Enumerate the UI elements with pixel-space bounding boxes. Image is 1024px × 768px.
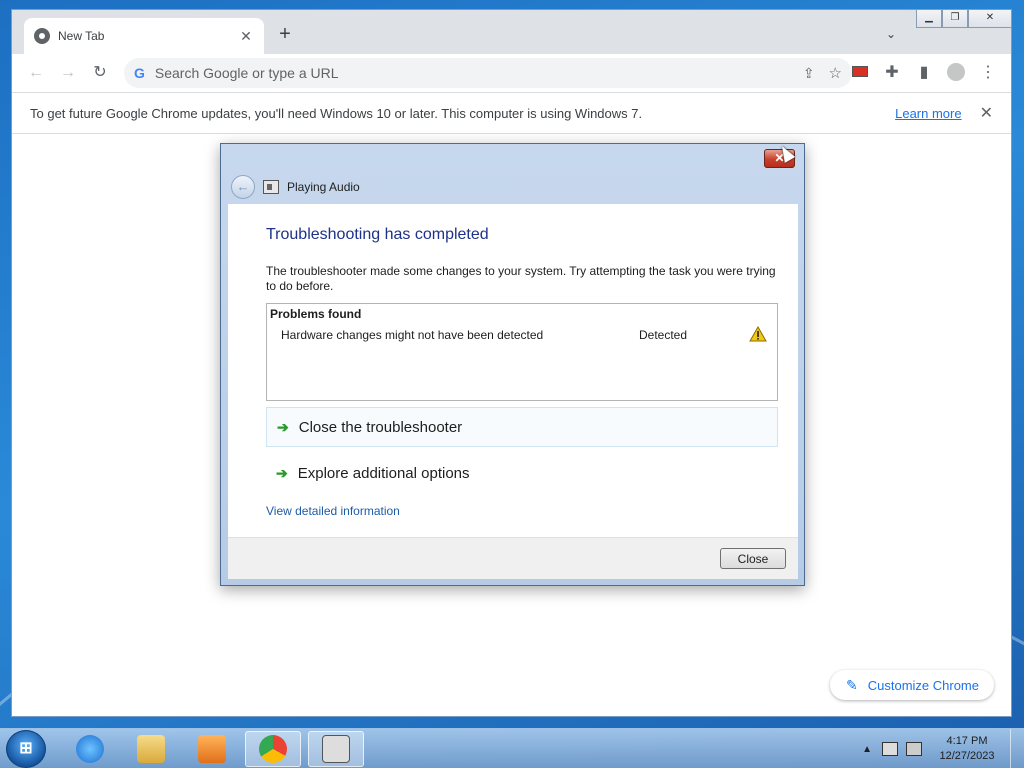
bookmark-star-icon[interactable]: ☆ [829,64,842,82]
internet-explorer-icon [76,735,104,763]
chrome-icon [259,735,287,763]
minimize-button[interactable]: ▁ [916,10,942,28]
explore-options-command[interactable]: ➔ Explore additional options [266,453,778,493]
show-hidden-icons-icon[interactable]: ▲ [862,744,872,755]
back-arrow-icon[interactable]: ← [231,175,255,199]
folder-icon [137,735,165,763]
problems-header: Problems found [270,307,362,321]
green-arrow-icon: ➔ [277,418,289,435]
taskbar-media-player[interactable] [184,731,240,767]
dialog-header-title: Playing Audio [287,180,360,194]
tab-new-tab[interactable]: New Tab ✕ [24,18,264,54]
extensions-puzzle-icon[interactable]: ✚ [882,63,902,83]
command-label: Close the troubleshooter [298,418,463,436]
new-tab-button[interactable]: + [274,24,296,46]
media-player-icon [198,735,226,763]
restore-button[interactable]: ❐ [942,10,968,28]
back-arrow-icon[interactable]: ← [26,63,46,83]
toolbar: ← → ↻ G ⇪ ☆ ✚ ▮ ⋮ [12,54,1011,92]
chrome-icon [34,28,50,44]
infobar-message: To get future Google Chrome updates, you… [30,105,643,121]
dialog-footer: Close [228,537,798,579]
window-controls: ▁ ❐ ✕ [916,10,1012,28]
system-tray: ▲ 4:17 PM 12/27/2023 [862,729,1024,768]
problem-name: Hardware changes might not have been det… [281,328,544,342]
update-infobar: To get future Google Chrome updates, you… [12,92,1011,134]
google-g-icon: G [134,65,145,81]
warning-icon [749,326,767,342]
tab-title: New Tab [58,29,105,43]
side-panel-icon[interactable]: ▮ [914,63,934,83]
share-icon[interactable]: ⇪ [803,65,815,82]
taskbar-internet-explorer[interactable] [62,731,118,767]
start-button[interactable]: ⊞ [6,730,46,768]
close-troubleshooter-command[interactable]: ➔ Close the troubleshooter [266,407,778,447]
customize-chrome-label: Customize Chrome [867,677,979,693]
network-icon[interactable] [882,742,898,756]
clock[interactable]: 4:17 PM 12/27/2023 [930,734,1004,764]
omnibox[interactable]: G ⇪ ☆ [124,58,852,88]
command-label: Explore additional options [297,464,470,482]
tab-close-icon[interactable]: ✕ [238,28,254,45]
taskbar-file-explorer[interactable] [123,731,179,767]
address-input[interactable] [154,65,715,81]
dialog-header: ← Playing Audio [231,175,360,199]
taskbar-troubleshooter[interactable] [308,731,364,767]
troubleshooter-dialog: ✕ ← Playing Audio Troubleshooting has co… [220,143,805,586]
problems-found-box: Problems found Hardware changes might no… [266,303,778,401]
tab-strip: New Tab ✕ + ⌄ ▁ ❐ ✕ [12,10,1012,54]
dialog-description: The troubleshooter made some changes to … [266,264,776,293]
view-detailed-information-link[interactable]: View detailed information [266,504,400,518]
reload-icon[interactable]: ↻ [90,63,110,83]
window-close-button[interactable]: ✕ [968,10,1012,28]
profile-avatar-icon[interactable] [946,63,966,83]
volume-muted-icon[interactable] [906,742,922,756]
forward-arrow-icon[interactable]: → [58,63,78,83]
green-arrow-icon: ➔ [276,464,288,481]
extension-red-icon[interactable] [850,63,870,83]
customize-chrome-button[interactable]: ✎ Customize Chrome [830,670,994,700]
dialog-body: Troubleshooting has completed The troubl… [228,204,798,537]
clock-date: 12/27/2023 [939,750,995,762]
learn-more-link[interactable]: Learn more [895,106,961,121]
close-button[interactable]: Close [720,548,786,569]
taskbar-chrome[interactable] [245,731,301,767]
audio-troubleshooter-icon [263,180,279,194]
dialog-heading: Troubleshooting has completed [266,226,489,243]
menu-kebab-icon[interactable]: ⋮ [978,63,998,83]
tab-search-chevron-icon[interactable]: ⌄ [886,27,896,41]
show-desktop-button[interactable] [1010,729,1024,768]
clock-time: 4:17 PM [946,735,988,747]
pencil-icon: ✎ [846,676,858,693]
troubleshooter-icon [322,735,350,763]
problem-status: Detected [639,328,688,342]
infobar-close-icon[interactable]: ✕ [980,103,993,123]
taskbar: ⊞ ▲ 4:17 PM 12/27/2023 [0,728,1024,768]
